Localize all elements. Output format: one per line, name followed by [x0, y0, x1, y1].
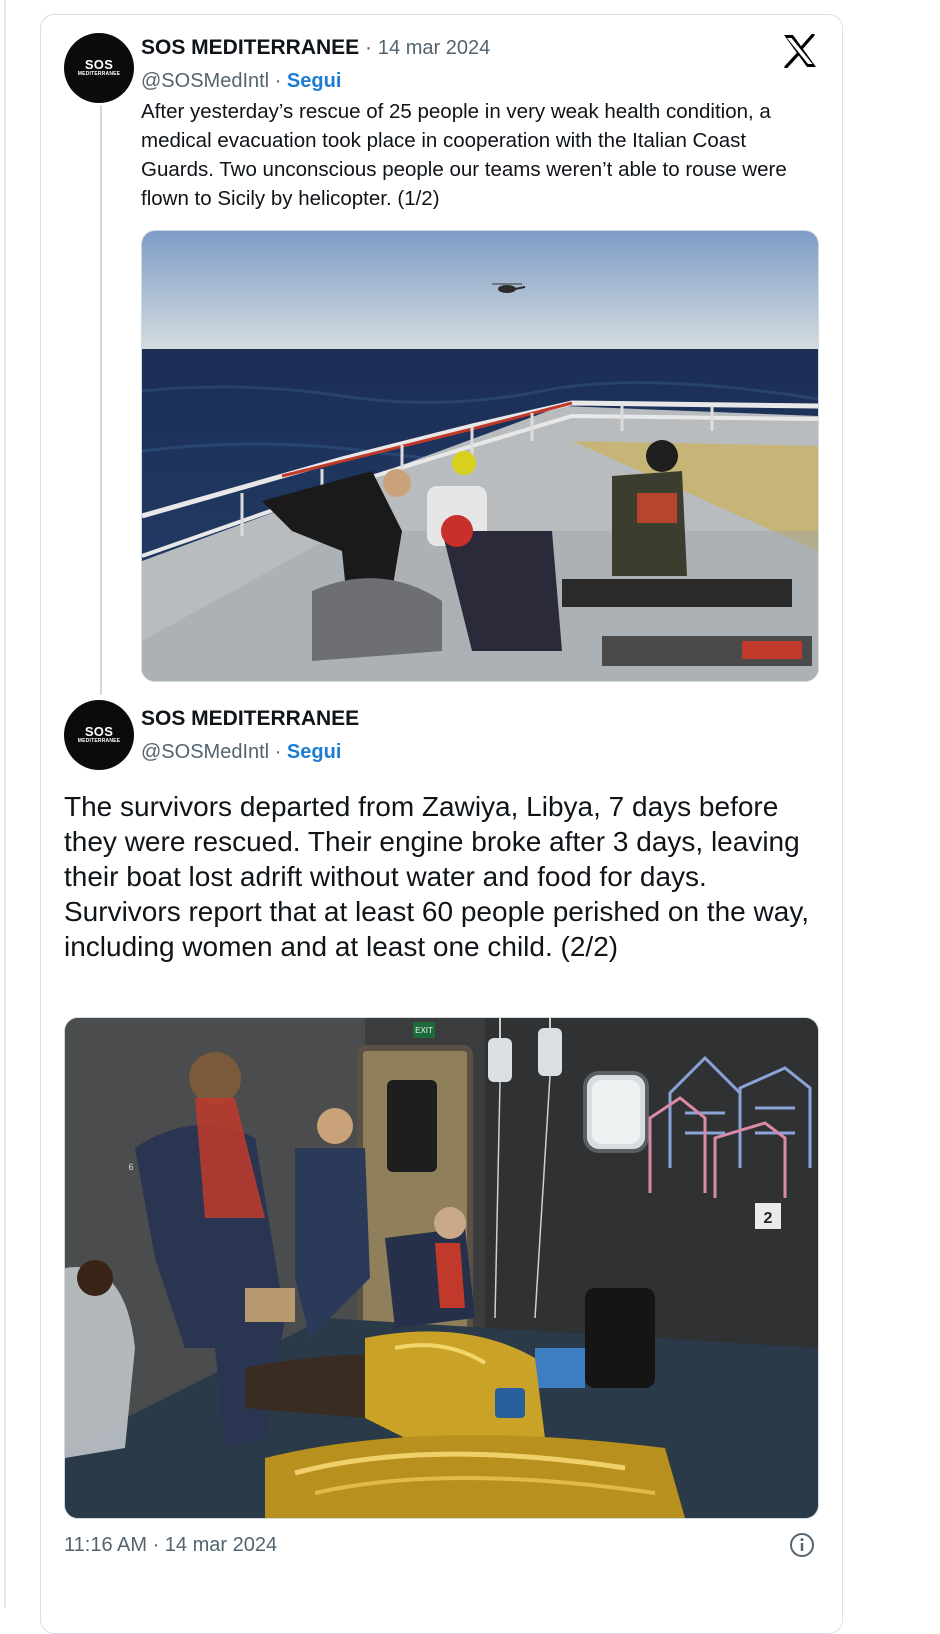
tweet-text: After yesterday’s rescue of 25 people in… [141, 100, 787, 210]
page-left-border [4, 0, 6, 1608]
follow-button[interactable]: Segui [287, 741, 341, 763]
author-handle[interactable]: @SOSMedIntl [141, 741, 269, 763]
tweet-photo[interactable]: EXIT 2 6 [64, 1017, 819, 1519]
separator: · [274, 70, 282, 92]
separator: · [274, 741, 282, 763]
author-name[interactable]: SOS MEDITERRANEE [141, 36, 359, 59]
avatar-subtext: MEDITERRANEE [77, 70, 121, 77]
avatar[interactable]: SOS MEDITERRANEE [64, 33, 134, 103]
tweet-date[interactable]: 14 mar 2024 [378, 37, 490, 59]
tweet-photo[interactable] [141, 230, 819, 682]
tweet-timestamp[interactable]: 11:16 AM · 14 mar 2024 [64, 1534, 277, 1557]
handle-row: @SOSMedIntl · Segui [141, 70, 341, 93]
follow-button[interactable]: Segui [287, 70, 341, 92]
wall-number-small: 6 [128, 1162, 133, 1172]
author-name[interactable]: SOS MEDITERRANEE [141, 707, 359, 731]
exit-sign-text: EXIT [415, 1026, 433, 1035]
thread-connector-line [100, 105, 102, 695]
avatar[interactable]: SOS MEDITERRANEE [64, 700, 134, 770]
info-icon[interactable] [789, 1532, 815, 1558]
avatar-text: SOS [84, 56, 114, 72]
tweet-header: SOS MEDITERRANEE · 14 mar 2024 [141, 36, 490, 60]
avatar-subtext: MEDITERRANEE [77, 737, 121, 744]
tweet-text: The survivors departed from Zawiya, Liby… [64, 791, 810, 962]
separator: · [365, 36, 373, 59]
wall-number: 2 [764, 1210, 773, 1227]
handle-row: @SOSMedIntl · Segui [141, 741, 341, 764]
author-handle[interactable]: @SOSMedIntl [141, 70, 269, 92]
x-logo-icon[interactable] [782, 34, 818, 68]
avatar-text: SOS [84, 723, 114, 739]
exit-sign: EXIT [413, 1022, 435, 1038]
